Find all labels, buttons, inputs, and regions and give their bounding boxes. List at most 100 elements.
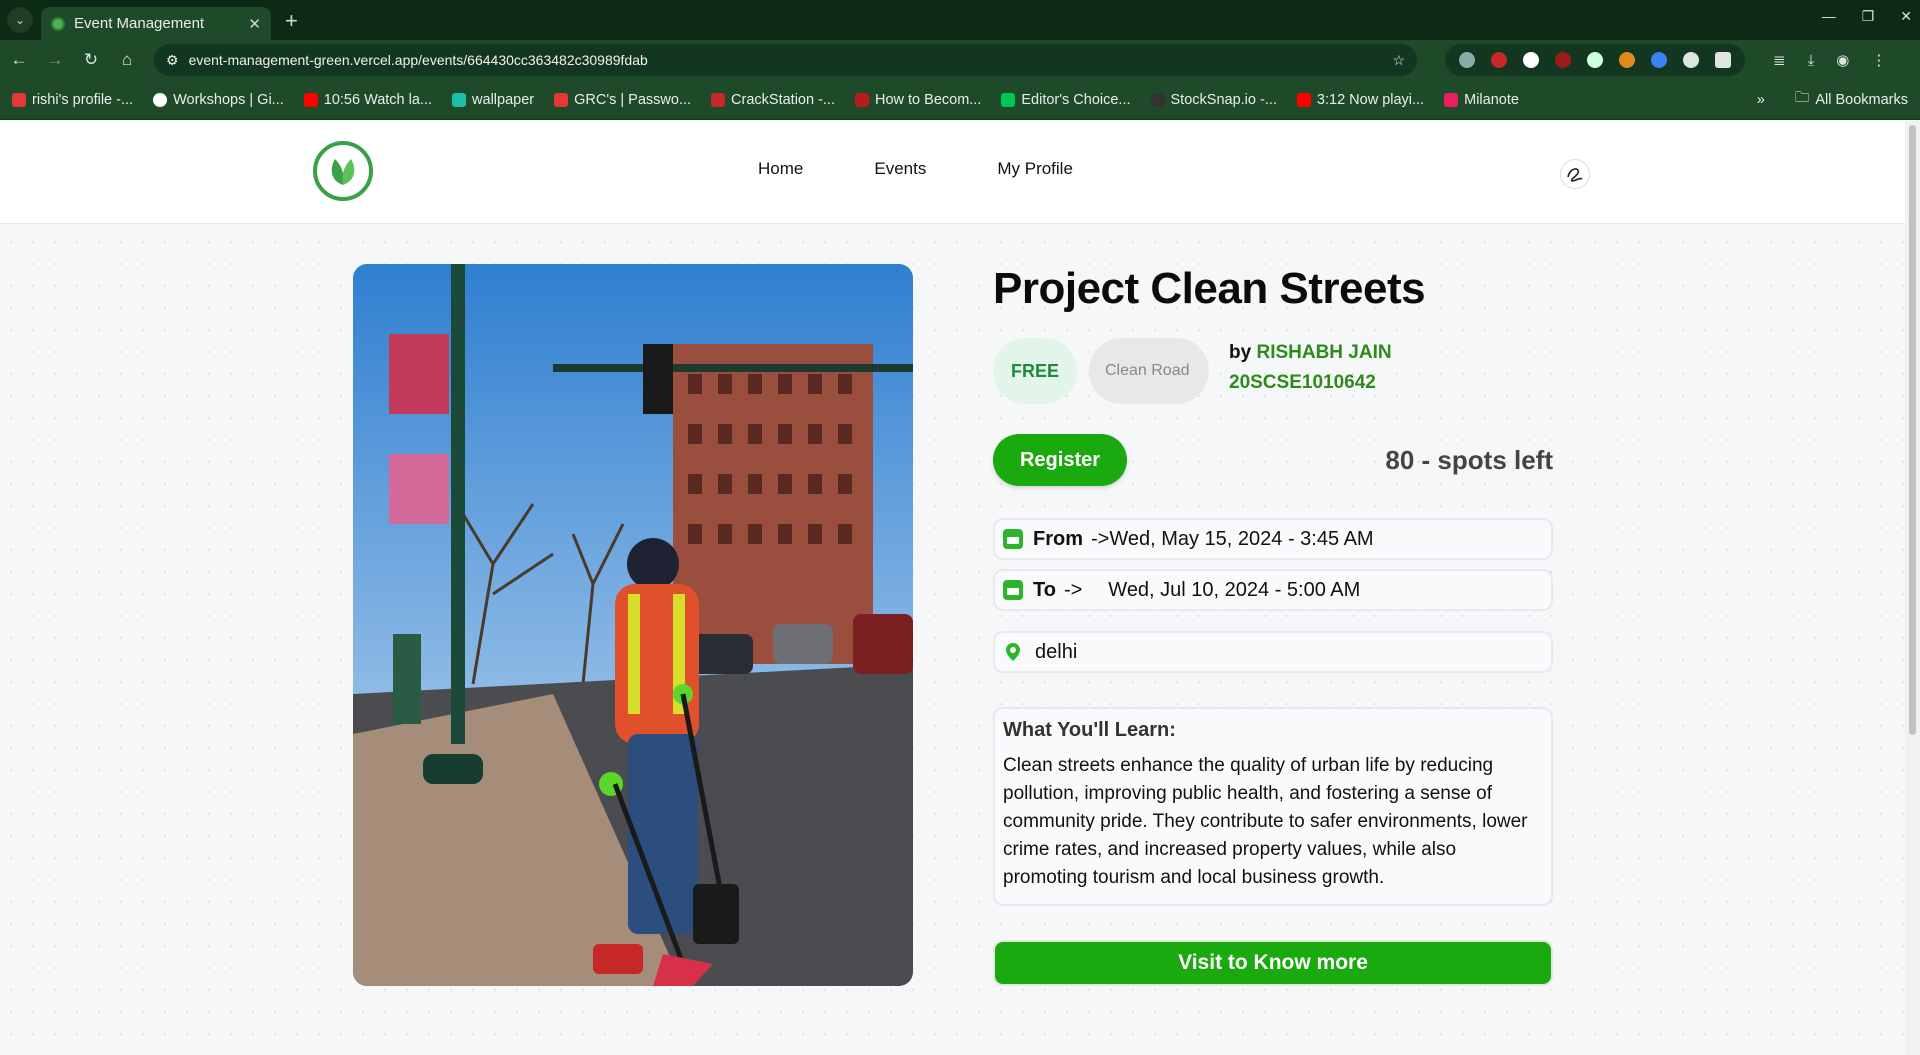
site-info-icon[interactable]: ⚙ [166, 52, 179, 69]
bookmark-favicon-icon [1150, 92, 1165, 107]
learn-heading: What You'll Learn: [1003, 719, 1176, 741]
extensions-puzzle-icon[interactable] [1715, 52, 1731, 68]
bookmark-item[interactable]: CrackStation -... [711, 92, 835, 108]
download-icon[interactable]: ⤓ [1808, 52, 1815, 69]
event-photo [353, 264, 913, 986]
bookmark-favicon-icon [452, 92, 467, 107]
folder-icon: 🗀 [1794, 90, 1810, 106]
restore-icon[interactable]: ❐ [1862, 8, 1875, 25]
event-details: Project Clean Streets FREE Clean Road by… [993, 264, 1553, 986]
window-close-icon[interactable]: ✕ [1900, 8, 1912, 25]
new-tab-button[interactable]: + [285, 8, 298, 34]
bookmark-item[interactable]: How to Becom... [854, 92, 981, 108]
extension-icon[interactable] [1555, 52, 1571, 68]
site-header: Home Events My Profile [0, 121, 1905, 224]
organizer: by RISHABH JAIN 20SCSE1010642 [1229, 338, 1392, 398]
main-nav: Home Events My Profile [758, 159, 1073, 179]
minimize-icon[interactable]: — [1822, 8, 1836, 25]
bookmark-item[interactable]: GRC's | Passwo... [554, 92, 691, 108]
event-title: Project Clean Streets [993, 264, 1426, 313]
bookmarks-bar: rishi's profile -... Workshops | Gi... 1… [0, 80, 1920, 120]
site-logo[interactable] [313, 141, 373, 201]
bookmark-star-icon[interactable]: ☆ [1392, 52, 1405, 69]
nav-home[interactable]: Home [758, 159, 803, 179]
to-date: Wed, Jul 10, 2024 - 5:00 AM [1108, 578, 1361, 601]
tab-search-button[interactable]: ⌄ [7, 7, 33, 33]
from-date: Wed, May 15, 2024 - 3:45 AM [1109, 527, 1374, 550]
visit-to-know-more-button[interactable]: Visit to Know more [993, 940, 1553, 986]
scrollbar-thumb[interactable] [1909, 125, 1916, 735]
from-label: From [1033, 527, 1083, 550]
event-location: delhi [993, 631, 1553, 673]
register-button[interactable]: Register [993, 434, 1127, 486]
youtube-icon [303, 92, 318, 107]
bookmark-item[interactable]: Workshops | Gi... [153, 92, 284, 108]
youtube-icon [1296, 92, 1311, 107]
extension-icon[interactable] [1459, 52, 1475, 68]
back-icon[interactable]: ← [10, 50, 28, 70]
browser-toolbar: ← → ↻ ⌂ ⚙ event-management-green.vercel.… [0, 40, 1920, 80]
bookmark-item[interactable]: Milanote [1444, 92, 1519, 108]
active-tab[interactable]: Event Management ✕ [41, 7, 271, 40]
home-icon[interactable]: ⌂ [118, 50, 136, 70]
extension-icon[interactable] [1587, 52, 1603, 68]
extensions-area [1445, 44, 1745, 76]
close-tab-icon[interactable]: ✕ [248, 15, 261, 33]
from-arrow: -> [1091, 527, 1110, 550]
reading-list-icon[interactable]: ≣ [1773, 51, 1786, 69]
to-arrow: -> [1063, 578, 1083, 601]
nav-events[interactable]: Events [874, 159, 926, 179]
user-avatar[interactable] [1560, 159, 1590, 189]
menu-icon[interactable]: ⋮ [1871, 51, 1886, 69]
leaf-logo-icon [331, 159, 355, 185]
extension-icon[interactable] [1683, 52, 1699, 68]
organizer-prefix: by [1229, 342, 1252, 363]
organizer-name: RISHABH JAIN [1256, 342, 1392, 363]
window-controls: — ❐ ✕ [1822, 8, 1912, 25]
avatar-signature-icon [1567, 168, 1583, 182]
bookmarks-overflow-icon[interactable]: » [1757, 92, 1765, 108]
register-row: Register 80 - spots left [993, 434, 1553, 486]
extension-icon[interactable] [1523, 52, 1539, 68]
page-scrollbar[interactable] [1905, 121, 1920, 1055]
address-bar[interactable]: ⚙ event-management-green.vercel.app/even… [154, 44, 1417, 76]
extension-icon[interactable] [1491, 52, 1507, 68]
learn-section: What You'll Learn: Clean streets enhance… [993, 707, 1553, 906]
spots-left: 80 - spots left [1385, 444, 1553, 475]
calendar-icon [1003, 580, 1023, 600]
bookmark-favicon-icon [854, 92, 869, 107]
tab-title: Event Management [74, 15, 205, 32]
bookmark-favicon-icon [1444, 92, 1459, 107]
end-date: To -> Wed, Jul 10, 2024 - 5:00 AM [993, 569, 1553, 611]
price-badge: FREE [993, 338, 1077, 404]
bookmark-item[interactable]: StockSnap.io -... [1150, 92, 1277, 108]
github-icon [153, 92, 168, 107]
bookmark-item[interactable]: wallpaper [452, 92, 534, 108]
organizer-id: 20SCSE1010642 [1229, 372, 1376, 393]
profile-avatar-icon[interactable]: ◉ [1836, 51, 1849, 69]
all-bookmarks-button[interactable]: 🗀 All Bookmarks [1795, 87, 1908, 112]
bookmark-favicon-icon [554, 92, 569, 107]
location-pin-icon [1006, 643, 1020, 661]
category-badge: Clean Road [1089, 338, 1209, 404]
learn-description: Clean streets enhance the quality of urb… [1003, 755, 1528, 888]
bookmark-item[interactable]: rishi's profile -... [12, 92, 133, 108]
url-text: event-management-green.vercel.app/events… [188, 52, 648, 68]
bookmark-favicon-icon [1001, 92, 1016, 107]
extension-icon[interactable] [1651, 52, 1667, 68]
forward-icon[interactable]: → [46, 50, 64, 70]
bookmark-item[interactable]: Editor's Choice... [1001, 92, 1131, 108]
site-favicon-icon [51, 16, 65, 31]
page-content: Home Events My Profile Project Clean Str… [0, 121, 1905, 1055]
calendar-icon [1003, 529, 1023, 549]
event-meta: FREE Clean Road by RISHABH JAIN 20SCSE10… [993, 338, 1553, 404]
nav-my-profile[interactable]: My Profile [997, 159, 1073, 179]
event-image [353, 264, 913, 986]
to-label: To [1033, 578, 1056, 601]
extension-icon[interactable] [1619, 52, 1635, 68]
browser-tab-strip: ⌄ Event Management ✕ + — ❐ ✕ [0, 0, 1920, 40]
bookmark-favicon-icon [12, 92, 26, 107]
bookmark-item[interactable]: 10:56 Watch la... [303, 92, 432, 108]
reload-icon[interactable]: ↻ [82, 50, 100, 70]
bookmark-item[interactable]: 3:12 Now playi... [1296, 92, 1424, 108]
